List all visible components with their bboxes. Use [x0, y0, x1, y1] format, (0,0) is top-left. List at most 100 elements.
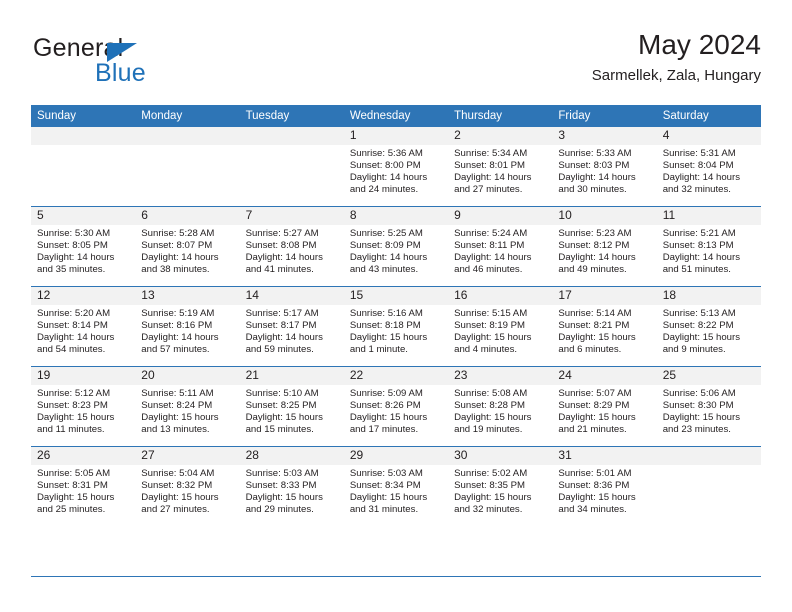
sunrise-text: Sunrise: 5:09 AM: [349, 388, 423, 399]
sunrise-text: Sunrise: 5:31 AM: [662, 148, 736, 159]
daylight-text: Daylight: 15 hours: [454, 332, 532, 344]
sunrise-text: Sunrise: 5:08 AM: [454, 388, 528, 399]
day-number: 22: [343, 367, 449, 385]
daylight-text: Daylight: 14 hours: [662, 252, 741, 264]
sunrise-text: Sunrise: 5:24 AM: [454, 228, 528, 239]
day-details: Sunrise: 5:05 AM Sunset: 8:31 PM Daylight:…: [31, 465, 135, 516]
calendar-day-cell[interactable]: 9 Sunrise: 5:24 AM Sunset: 8:11 PM Daylight…: [448, 206, 553, 287]
calendar-day-cell[interactable]: 6 Sunrise: 5:28 AM Sunset: 8:07 PM Daylight…: [135, 206, 240, 287]
calendar-day-cell[interactable]: 5 Sunrise: 5:30 AM Sunset: 8:05 PM Daylight…: [31, 206, 136, 287]
page-header: General Blue May 2024 Sarmellek, Zala, H…: [31, 28, 761, 98]
sunrise-text: Sunrise: 5:25 AM: [349, 228, 423, 239]
sunset-text: Sunset: 8:13 PM: [662, 240, 734, 252]
day-details: Sunrise: 5:03 AM Sunset: 8:34 PM Daylight:…: [344, 465, 448, 516]
daylight-text-cont: and 54 minutes.: [37, 344, 106, 356]
calendar-day-cell[interactable]: 22 Sunrise: 5:09 AM Sunset: 8:26 PM Dayligh…: [343, 366, 449, 447]
calendar-day-cell[interactable]: 30 Sunrise: 5:02 AM Sunset: 8:35 PM Dayligh…: [448, 446, 553, 526]
sunset-text: Sunset: 8:23 PM: [37, 400, 108, 412]
calendar-day-cell[interactable]: 20 Sunrise: 5:11 AM Sunset: 8:24 PM Dayligh…: [135, 366, 240, 447]
calendar-day-cell[interactable]: 8 Sunrise: 5:25 AM Sunset: 8:09 PM Daylight…: [343, 206, 449, 287]
day-number: 6: [135, 207, 240, 225]
calendar-day-cell[interactable]: 3 Sunrise: 5:33 AM Sunset: 8:03 PM Daylight…: [552, 127, 657, 207]
calendar-day-cell[interactable]: 21 Sunrise: 5:10 AM Sunset: 8:25 PM Dayligh…: [239, 366, 344, 447]
daylight-text: Daylight: 15 hours: [349, 492, 428, 504]
day-number: 13: [135, 287, 240, 305]
calendar-day-cell[interactable]: 31 Sunrise: 5:01 AM Sunset: 8:36 PM Dayligh…: [552, 446, 657, 526]
daylight-text-cont: and 31 minutes.: [349, 504, 419, 516]
calendar-day-cell[interactable]: 26 Sunrise: 5:05 AM Sunset: 8:31 PM Dayligh…: [31, 446, 136, 526]
daylight-text-cont: and 25 minutes.: [37, 504, 106, 516]
brand-logo[interactable]: General Blue: [31, 34, 261, 90]
calendar-day-cell[interactable]: 16 Sunrise: 5:15 AM Sunset: 8:19 PM Dayligh…: [448, 286, 553, 367]
day-details: Sunrise: 5:24 AM Sunset: 8:11 PM Daylight:…: [448, 225, 552, 276]
daylight-text: Daylight: 15 hours: [454, 412, 532, 424]
calendar-day-cell[interactable]: 12 Sunrise: 5:20 AM Sunset: 8:14 PM Dayligh…: [31, 286, 136, 367]
day-details: Sunrise: 5:09 AM Sunset: 8:26 PM Daylight:…: [344, 385, 448, 436]
calendar-day-cell[interactable]: 13 Sunrise: 5:19 AM Sunset: 8:16 PM Dayligh…: [135, 286, 240, 367]
day-number: 23: [448, 367, 553, 385]
calendar-day-cell[interactable]: 28 Sunrise: 5:03 AM Sunset: 8:33 PM Dayligh…: [239, 446, 344, 526]
calendar-day-cell[interactable]: 2 Sunrise: 5:34 AM Sunset: 8:01 PM Daylight…: [448, 127, 553, 207]
day-details: Sunrise: 5:33 AM Sunset: 8:03 PM Daylight:…: [552, 145, 656, 196]
calendar-day-cell[interactable]: 29 Sunrise: 5:03 AM Sunset: 8:34 PM Dayligh…: [343, 446, 449, 526]
sunset-text: Sunset: 8:08 PM: [245, 240, 317, 252]
calendar-day-cell[interactable]: 27 Sunrise: 5:04 AM Sunset: 8:32 PM Dayligh…: [135, 446, 240, 526]
day-number: 12: [31, 287, 136, 305]
sunrise-text: Sunrise: 5:33 AM: [558, 148, 632, 159]
calendar-day-cell[interactable]: 7 Sunrise: 5:27 AM Sunset: 8:08 PM Daylight…: [239, 206, 344, 287]
calendar-day-cell-empty: [239, 127, 344, 207]
day-details: Sunrise: 5:10 AM Sunset: 8:25 PM Daylight:…: [240, 385, 344, 436]
sunset-text: Sunset: 8:33 PM: [245, 480, 317, 492]
calendar-day-cell[interactable]: 23 Sunrise: 5:08 AM Sunset: 8:28 PM Dayligh…: [448, 366, 553, 447]
sunset-text: Sunset: 8:19 PM: [454, 320, 526, 332]
weekday-header-thursday: Thursday: [448, 105, 553, 127]
daylight-text: Daylight: 15 hours: [558, 412, 636, 424]
calendar-bottom-rule: [31, 576, 761, 577]
daylight-text-cont: and 1 minute.: [349, 344, 408, 356]
daylight-text-cont: and 27 minutes.: [141, 504, 210, 516]
daylight-text: Daylight: 15 hours: [37, 492, 115, 504]
day-number: 5: [31, 207, 136, 225]
sunset-text: Sunset: 8:31 PM: [37, 480, 108, 492]
weekday-header-friday: Friday: [552, 105, 657, 127]
calendar-day-cell[interactable]: 10 Sunrise: 5:23 AM Sunset: 8:12 PM Dayligh…: [552, 206, 657, 287]
daylight-text: Daylight: 14 hours: [349, 172, 428, 184]
calendar-day-cell[interactable]: 15 Sunrise: 5:16 AM Sunset: 8:18 PM Dayligh…: [343, 286, 449, 367]
sunrise-text: Sunrise: 5:11 AM: [141, 388, 214, 399]
daylight-text: Daylight: 14 hours: [558, 252, 636, 264]
day-details: Sunrise: 5:03 AM Sunset: 8:33 PM Daylight:…: [240, 465, 344, 516]
daylight-text: Daylight: 14 hours: [37, 332, 115, 344]
calendar-day-cell[interactable]: 25 Sunrise: 5:06 AM Sunset: 8:30 PM Dayligh…: [656, 366, 761, 447]
daylight-text-cont: and 19 minutes.: [454, 424, 523, 436]
sunrise-text: Sunrise: 5:23 AM: [558, 228, 632, 239]
daylight-text-cont: and 49 minutes.: [558, 264, 627, 276]
calendar-day-cell[interactable]: 18 Sunrise: 5:13 AM Sunset: 8:22 PM Dayligh…: [656, 286, 761, 367]
weekday-header-saturday: Saturday: [656, 105, 761, 127]
weekday-header-row: Sunday Monday Tuesday Wednesday Thursday…: [31, 105, 761, 127]
calendar-day-cell[interactable]: 4 Sunrise: 5:31 AM Sunset: 8:04 PM Daylight…: [656, 127, 761, 207]
calendar-day-cell[interactable]: 24 Sunrise: 5:07 AM Sunset: 8:29 PM Dayligh…: [552, 366, 657, 447]
page-title: May 2024: [638, 29, 761, 60]
daylight-text-cont: and 24 minutes.: [349, 184, 419, 196]
calendar-day-cell[interactable]: 17 Sunrise: 5:14 AM Sunset: 8:21 PM Dayligh…: [552, 286, 657, 367]
calendar-day-cell[interactable]: 14 Sunrise: 5:17 AM Sunset: 8:17 PM Dayligh…: [239, 286, 344, 367]
sunrise-text: Sunrise: 5:14 AM: [558, 308, 632, 319]
daylight-text: Daylight: 14 hours: [454, 172, 532, 184]
day-details: Sunrise: 5:17 AM Sunset: 8:17 PM Daylight:…: [240, 305, 344, 356]
sunset-text: Sunset: 8:09 PM: [349, 240, 421, 252]
daylight-text: Daylight: 14 hours: [141, 332, 219, 344]
sunset-text: Sunset: 8:35 PM: [454, 480, 526, 492]
calendar-day-cell[interactable]: 11 Sunrise: 5:21 AM Sunset: 8:13 PM Dayligh…: [656, 206, 761, 287]
day-details: Sunrise: 5:01 AM Sunset: 8:36 PM Daylight:…: [552, 465, 656, 516]
daylight-text: Daylight: 14 hours: [37, 252, 115, 264]
title-block: May 2024 Sarmellek, Zala, Hungary: [592, 28, 761, 87]
day-number: 27: [135, 447, 240, 465]
calendar-day-cell[interactable]: 1 Sunrise: 5:36 AM Sunset: 8:00 PM Daylight…: [343, 127, 449, 207]
calendar-day-cell[interactable]: 19 Sunrise: 5:12 AM Sunset: 8:23 PM Dayligh…: [31, 366, 136, 447]
calendar-day-cell-empty: [135, 127, 240, 207]
daylight-text-cont: and 15 minutes.: [245, 424, 314, 436]
sunrise-text: Sunrise: 5:28 AM: [141, 228, 215, 239]
day-details: Sunrise: 5:20 AM Sunset: 8:14 PM Daylight:…: [31, 305, 135, 356]
day-details: Sunrise: 5:30 AM Sunset: 8:05 PM Daylight:…: [31, 225, 135, 276]
daylight-text: Daylight: 14 hours: [141, 252, 219, 264]
